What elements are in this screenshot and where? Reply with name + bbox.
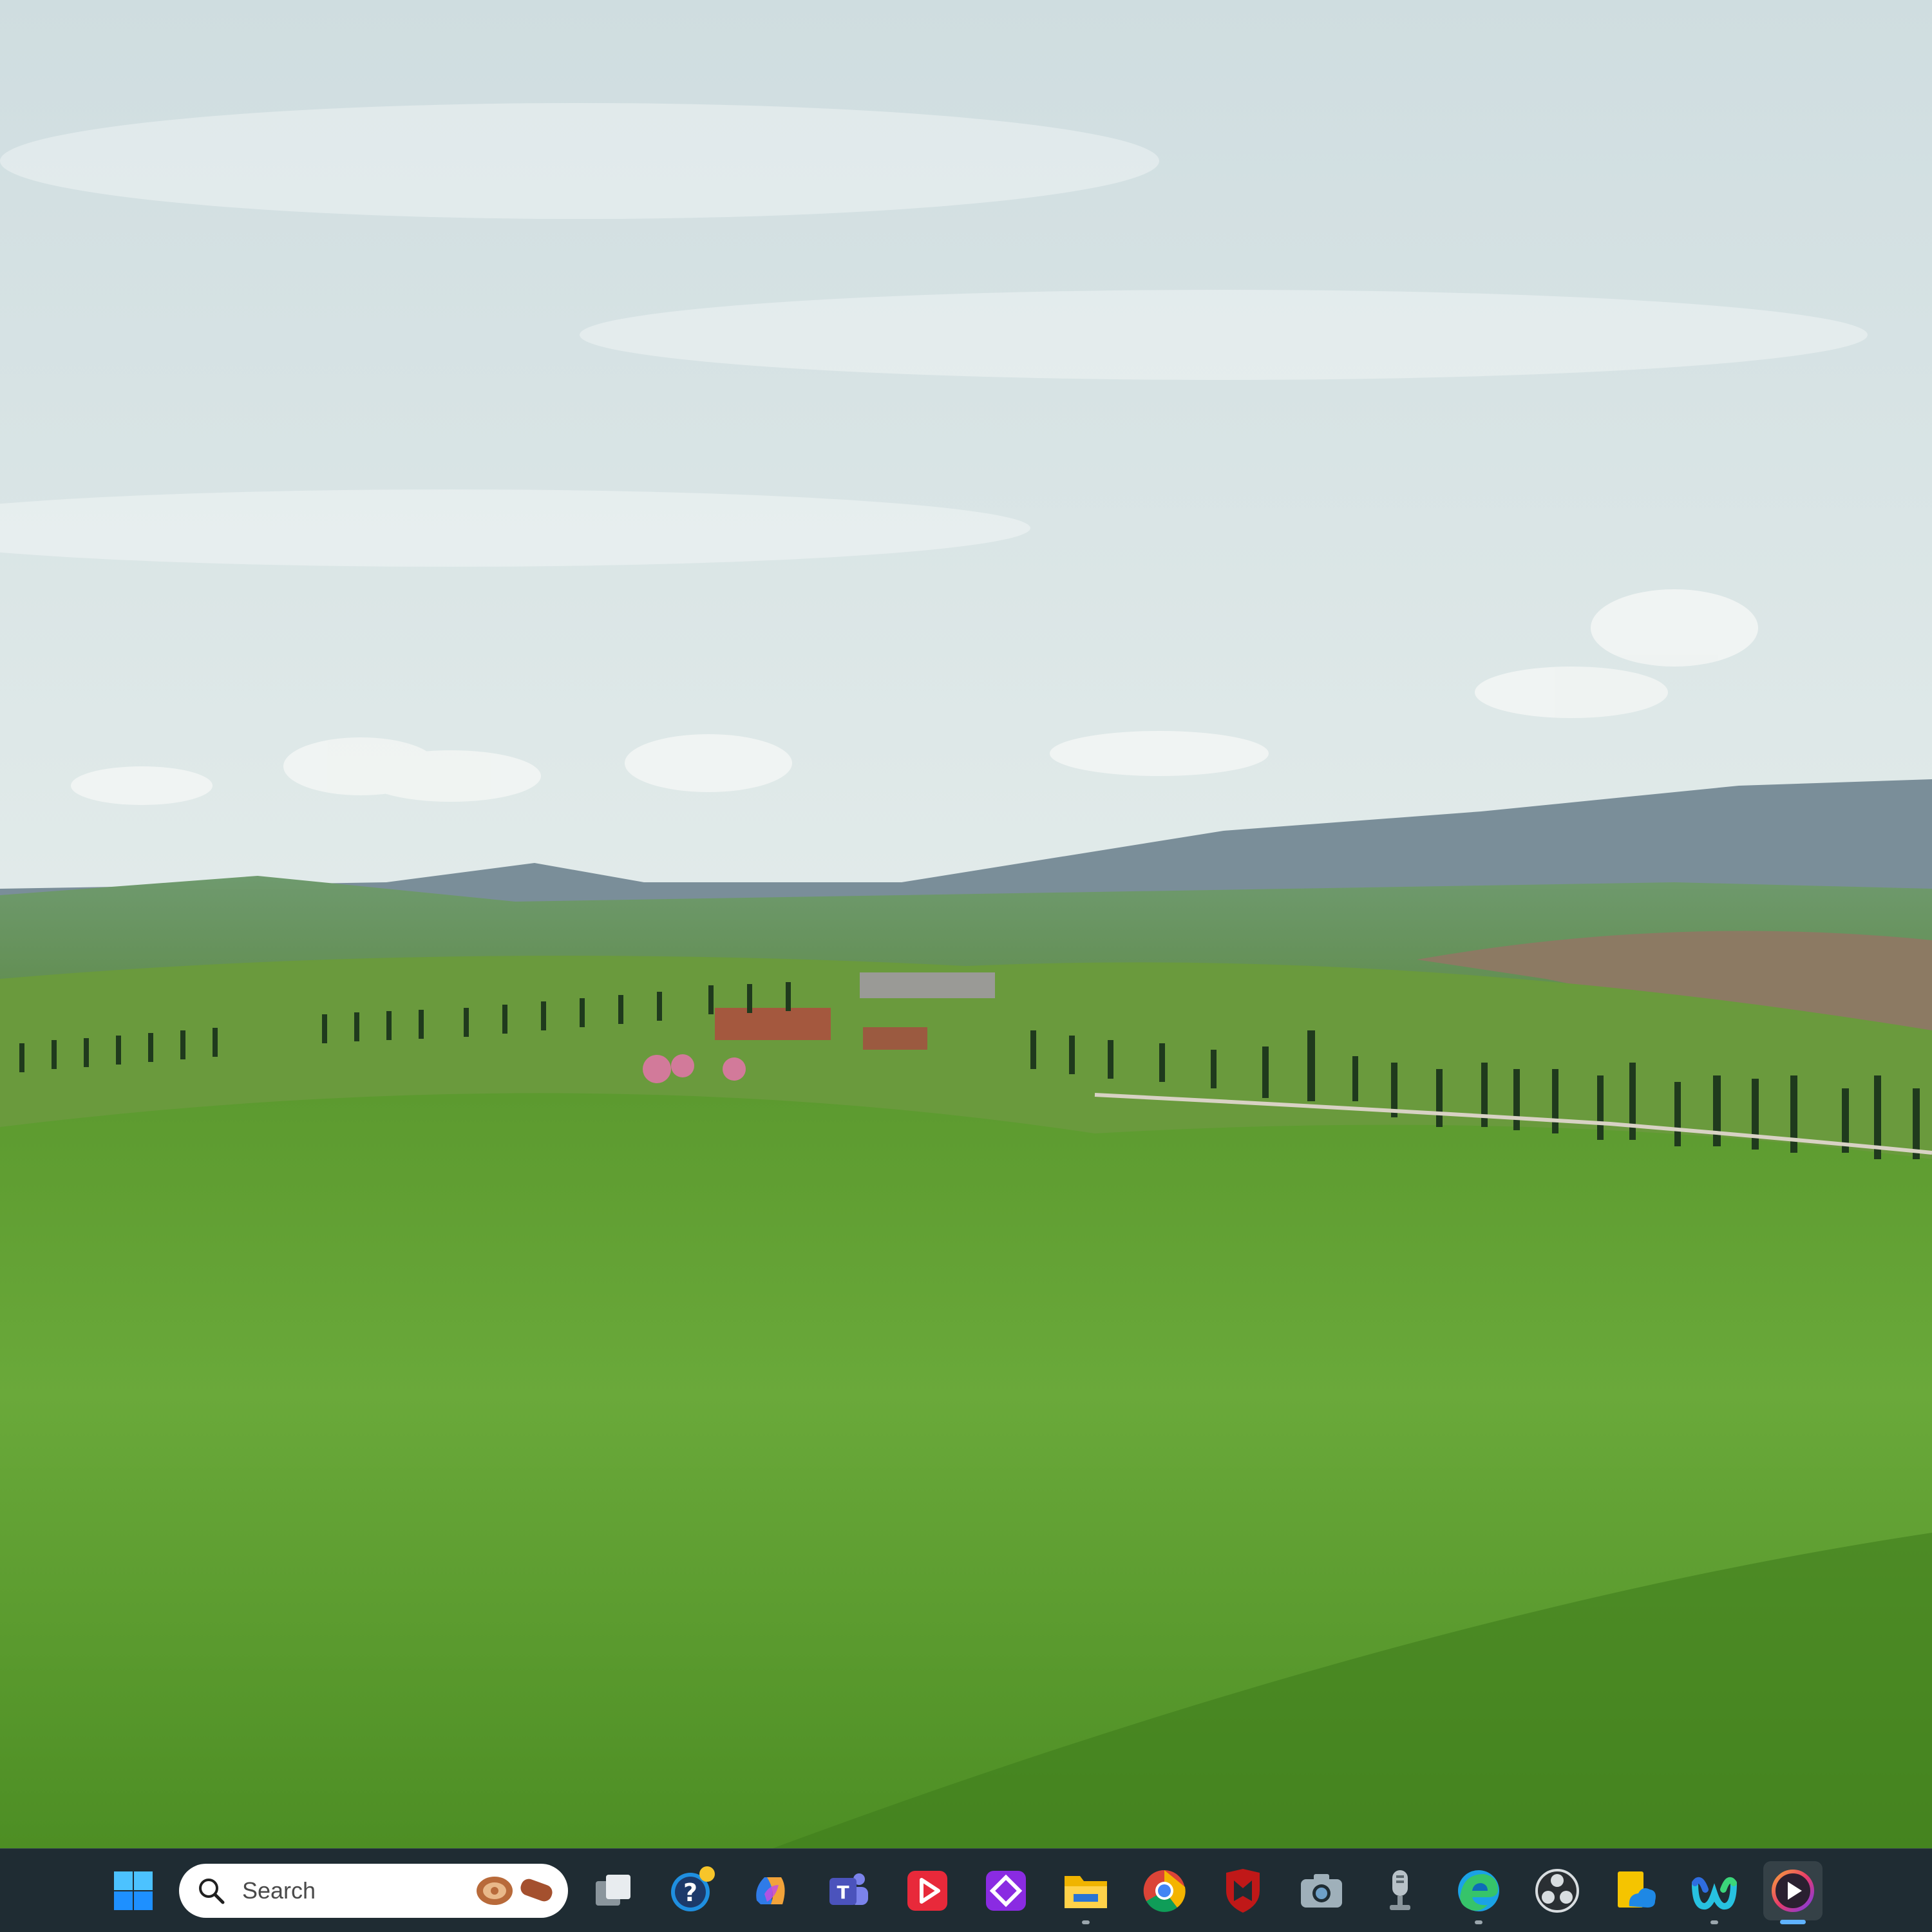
file-explorer-button[interactable] xyxy=(1056,1861,1115,1924)
search-input[interactable]: Search xyxy=(179,1864,568,1918)
voice-recorder-button[interactable] xyxy=(1370,1861,1430,1920)
voice-recorder-icon xyxy=(1390,1870,1410,1910)
red-player-app-button[interactable] xyxy=(898,1861,957,1920)
svg-text:?: ? xyxy=(683,1879,697,1907)
mcafee-icon xyxy=(1226,1869,1260,1913)
running-indicator xyxy=(1082,1920,1090,1924)
chrome-button[interactable] xyxy=(1135,1861,1194,1920)
edge-button[interactable] xyxy=(1449,1861,1508,1924)
webex-icon xyxy=(1692,1877,1737,1910)
edge-icon xyxy=(1458,1870,1499,1911)
obs-studio-button[interactable] xyxy=(1528,1861,1587,1920)
chrome-icon xyxy=(1143,1870,1186,1912)
running-indicator xyxy=(1475,1920,1482,1924)
get-help-button[interactable]: ? xyxy=(662,1861,721,1920)
copilot-icon xyxy=(756,1877,785,1904)
windows-logo-icon xyxy=(114,1871,153,1910)
copilot-button[interactable] xyxy=(741,1861,800,1920)
active-indicator xyxy=(1780,1920,1806,1924)
desktop-wallpaper xyxy=(0,0,1932,1848)
search-highlight-food-icon[interactable] xyxy=(469,1871,559,1910)
obs-studio-icon xyxy=(1535,1869,1579,1913)
purple-diamond-app-icon xyxy=(986,1871,1026,1911)
running-indicator xyxy=(1710,1920,1718,1924)
file-explorer-icon xyxy=(1065,1876,1107,1908)
search-placeholder: Search xyxy=(242,1877,316,1904)
media-player-red-icon xyxy=(907,1871,947,1911)
camera-icon xyxy=(1301,1874,1342,1908)
teams-button[interactable]: T xyxy=(819,1861,878,1920)
purple-app-button[interactable] xyxy=(976,1861,1036,1920)
taskbar: Search ? T xyxy=(0,1848,1932,1932)
search-icon xyxy=(199,1879,225,1904)
task-view-button[interactable] xyxy=(583,1861,643,1920)
mcafee-button[interactable] xyxy=(1213,1861,1273,1920)
onedrive-files-button[interactable] xyxy=(1606,1861,1665,1920)
media-player-icon xyxy=(1772,1870,1814,1912)
camera-button[interactable] xyxy=(1292,1861,1351,1920)
media-player-button[interactable] xyxy=(1763,1861,1823,1924)
start-button[interactable] xyxy=(104,1861,163,1920)
onedrive-files-icon xyxy=(1618,1871,1656,1908)
get-help-icon: ? xyxy=(671,1866,715,1911)
webex-button[interactable] xyxy=(1685,1861,1744,1924)
desktop: Search ? T xyxy=(0,0,1932,1932)
svg-text:T: T xyxy=(837,1882,849,1903)
teams-icon: T xyxy=(829,1873,868,1905)
task-view-icon xyxy=(596,1875,630,1906)
